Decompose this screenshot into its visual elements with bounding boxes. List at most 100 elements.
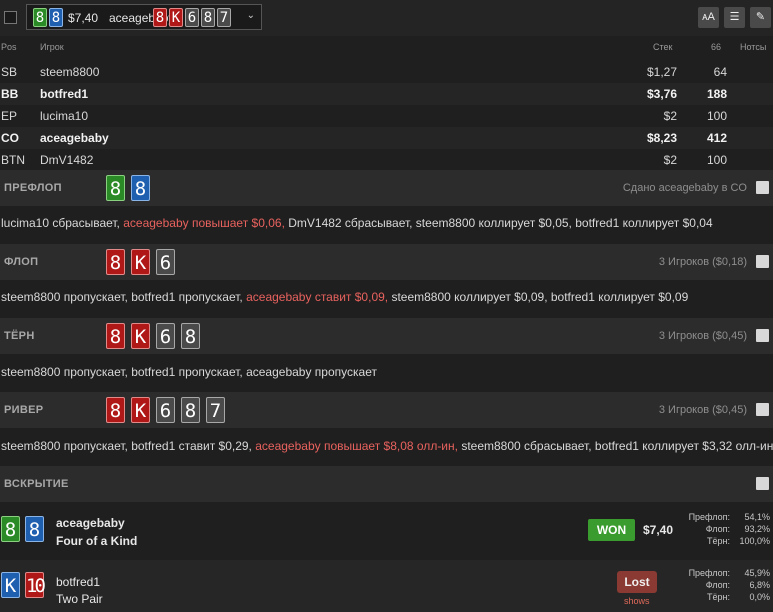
equity-label: Флоп:: [705, 580, 730, 590]
hero-action: aceagebaby ставит $0,09,: [246, 290, 389, 304]
won-amount: $7,40: [643, 523, 674, 537]
player-stack: $8,23: [646, 131, 677, 145]
street-river: РИВЕР 8K687 3 Игроков ($0,45): [0, 392, 773, 428]
note-icon[interactable]: [756, 329, 769, 342]
hero-action: aceagebaby повышает $8,08 олл-ин,: [255, 439, 458, 453]
playing-card: 7: [206, 397, 225, 423]
playing-card: 8: [181, 397, 200, 423]
hand-amount: $7,40: [68, 11, 99, 25]
showdown-player: botfred1: [56, 575, 101, 589]
showdown-hand: Two Pair: [56, 592, 103, 606]
playing-card: 8: [106, 249, 125, 275]
playing-card: 7: [217, 8, 231, 27]
player-row[interactable]: BB botfred1 $3,76 188: [0, 83, 773, 105]
showdown-row: 88 aceagebaby Four of a Kind WON $7,40 П…: [0, 504, 773, 557]
player-name: lucima10: [40, 109, 89, 123]
street-flop: ФЛОП 8K6 3 Игроков ($0,18): [0, 244, 773, 280]
note-icon[interactable]: [756, 255, 769, 268]
playing-card: 6: [156, 397, 175, 423]
player-row[interactable]: BTN DmV1482 $2 100: [0, 149, 773, 171]
shows-label[interactable]: shows: [624, 596, 650, 606]
player-pos: CO: [1, 131, 19, 145]
player-pos: SB: [1, 65, 18, 79]
player-bb: 100: [706, 109, 727, 123]
playing-card: 8: [106, 323, 125, 349]
action-text: steem8800 пропускает, botfred1 пропускае…: [1, 365, 377, 379]
street-actions: steem8800 пропускает, botfred1 ставит $0…: [1, 439, 773, 453]
playing-card: K: [1, 572, 20, 598]
player-bb: 412: [706, 131, 727, 145]
pencil-icon[interactable]: ✎: [750, 7, 771, 28]
equity-value: 6,8%: [749, 580, 770, 590]
playing-card: K: [131, 323, 150, 349]
playing-card: 6: [156, 323, 175, 349]
player-row[interactable]: SB steem8800 $1,27 64: [0, 61, 773, 83]
playing-card: 8: [25, 516, 44, 542]
note-icon[interactable]: [756, 403, 769, 416]
player-stack: $3,76: [646, 87, 677, 101]
col-header-stack: Стек: [653, 42, 673, 52]
action-text: steem8800 коллирует $0,09, botfred1 колл…: [388, 290, 689, 304]
action-text: steem8800 пропускает, botfred1 ставит $0…: [1, 439, 256, 453]
street-actions: lucima10 сбрасывает, aceagebaby повышает…: [1, 216, 713, 230]
street-info: 3 Игроков ($0,18): [658, 256, 747, 268]
street-actions: steem8800 пропускает, botfred1 пропускае…: [1, 290, 688, 304]
player-pos: BTN: [1, 153, 25, 167]
equity-label: Префлоп:: [688, 512, 730, 522]
note-icon[interactable]: [756, 477, 769, 490]
player-bb: 64: [713, 65, 727, 79]
hand-selector[interactable]: 88 $7,40 aceagebaby 8K687 ⌄: [26, 4, 262, 30]
playing-card: 6: [185, 8, 199, 27]
list-icon[interactable]: ☰: [724, 7, 745, 28]
playing-card: 10: [25, 572, 46, 598]
equity-label: Тёрн:: [707, 536, 730, 546]
playing-card: 8: [201, 8, 215, 27]
street-title: ПРЕФЛОП: [4, 182, 62, 194]
action-text: DmV1482 сбрасывает, steem8800 коллирует …: [284, 216, 713, 230]
playing-card: K: [131, 397, 150, 423]
action-text: steem8800 сбрасывает, botfred1 коллирует…: [457, 439, 773, 453]
player-stack: $2: [663, 109, 677, 123]
equity-label: Префлоп:: [688, 568, 730, 578]
playing-card: 8: [49, 8, 63, 27]
street-showdown: ВСКРЫТИЕ: [0, 466, 773, 502]
street-title: РИВЕР: [4, 404, 44, 416]
player-bb: 188: [706, 87, 727, 101]
action-text: steem8800 пропускает, botfred1 пропускае…: [1, 290, 247, 304]
playing-card: 8: [153, 8, 167, 27]
equity-value: 100,0%: [739, 536, 770, 546]
player-pos: BB: [1, 87, 19, 101]
player-stack: $1,27: [646, 65, 677, 79]
select-checkbox[interactable]: [4, 11, 17, 24]
equity-value: 54,1%: [744, 512, 770, 522]
playing-card: 8: [181, 323, 200, 349]
player-row[interactable]: CO aceagebaby $8,23 412: [0, 127, 773, 149]
player-name: aceagebaby: [40, 131, 109, 145]
showdown-row: K 10 botfred1 Two Pair Lost shows Префлоп…: [0, 560, 773, 612]
street-info: 3 Игроков ($0,45): [658, 330, 747, 342]
note-icon[interactable]: [756, 181, 769, 194]
col-header-notes: Нотсы: [740, 42, 767, 52]
showdown-hand: Four of a Kind: [56, 534, 138, 548]
player-name: steem8800: [40, 65, 100, 79]
playing-card: K: [131, 249, 150, 275]
lost-badge: Lost: [617, 571, 657, 593]
playing-card: 8: [33, 8, 47, 27]
player-stack: $2: [663, 153, 677, 167]
street-title: ФЛОП: [4, 256, 39, 268]
player-name: botfred1: [40, 87, 88, 101]
player-row[interactable]: EP lucima10 $2 100: [0, 105, 773, 127]
equity-value: 45,9%: [744, 568, 770, 578]
playing-card: 8: [106, 397, 125, 423]
chevron-down-icon[interactable]: ⌄: [247, 10, 255, 21]
equity-label: Тёрн:: [707, 592, 730, 602]
street-actions: steem8800 пропускает, botfred1 пропускае…: [1, 365, 377, 379]
playing-card: 8: [106, 175, 125, 201]
playing-card: K: [169, 8, 183, 27]
player-bb: 100: [706, 153, 727, 167]
player-pos: EP: [1, 109, 18, 123]
street-preflop: ПРЕФЛОП 88 Сдано aceagebaby в CO: [0, 170, 773, 206]
street-info: 3 Игроков ($0,45): [658, 404, 747, 416]
street-title: ВСКРЫТИЕ: [4, 478, 69, 490]
font-size-icon[interactable]: ᴀA: [698, 7, 719, 28]
